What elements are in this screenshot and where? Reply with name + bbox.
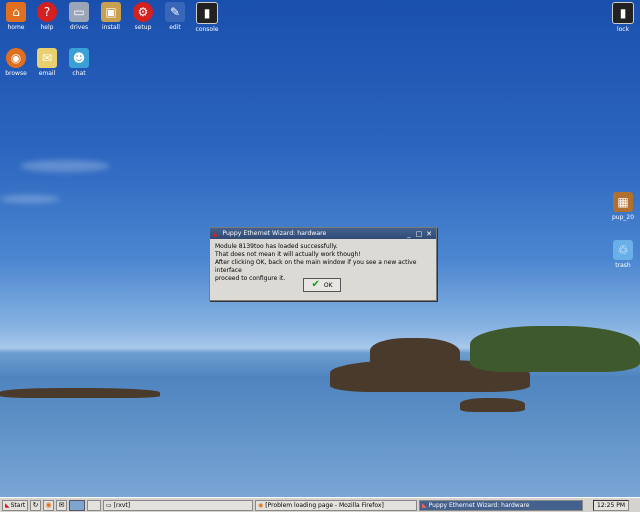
home-icon: ⌂ (6, 2, 26, 22)
clock[interactable]: 12:25 PM (593, 499, 629, 511)
task-label: [rxvt] (113, 501, 131, 509)
icon-label: console (195, 26, 219, 33)
dialog-title: Puppy Ethernet Wizard: hardware (222, 230, 327, 237)
task-label: [Problem loading page - Mozilla Firefox] (265, 501, 384, 509)
message-line: Module 8139too has loaded successfully. (215, 243, 338, 250)
cloud (0, 195, 60, 203)
icon-label: email (38, 70, 56, 77)
icon-label: help (40, 24, 54, 31)
console-icon: ▮ (196, 2, 218, 24)
package-icon: ▦ (613, 192, 633, 212)
checkmark-icon: ✔ (311, 279, 320, 290)
rock (460, 398, 525, 412)
icon-label: home (7, 24, 25, 31)
task-rxvt[interactable]: ▭ [rxvt] (103, 499, 253, 511)
quicklaunch-mail-icon[interactable]: ✉ (56, 499, 67, 511)
pager-desktop-2[interactable] (87, 499, 101, 511)
lock-icon: ▮ (612, 2, 634, 24)
dialog-message: Module 8139too has loaded successfully. … (210, 239, 436, 283)
task-label: Puppy Ethernet Wizard: hardware (428, 501, 530, 509)
start-icon: ◣ (5, 501, 10, 509)
ethernet-wizard-dialog: ◣ Puppy Ethernet Wizard: hardware _ □ ✕ … (209, 227, 437, 301)
browse-icon: ◉ (6, 48, 26, 68)
setup-icon: ⚙ (133, 2, 153, 22)
trash-icon: ♲ (613, 240, 633, 260)
pager-desktop-1[interactable] (69, 499, 85, 511)
task-firefox[interactable]: ◉ [Problem loading page - Mozilla Firefo… (255, 499, 417, 511)
icon-label: pup_20 (611, 214, 635, 221)
icon-label: drives (69, 24, 89, 31)
desktop-icon-lock[interactable]: ▮ lock (604, 2, 640, 34)
start-label: Start (10, 501, 26, 509)
close-button[interactable]: ✕ (425, 230, 433, 238)
desktop-icon-chat[interactable]: ☻ chat (60, 48, 98, 78)
app-icon: ◣ (422, 501, 427, 509)
icon-label: edit (169, 24, 181, 31)
edit-icon: ✎ (165, 2, 185, 22)
task-ethernet-wizard[interactable]: ◣ Puppy Ethernet Wizard: hardware (419, 499, 583, 511)
icon-label: trash (615, 262, 631, 269)
start-button[interactable]: ◣ Start (2, 499, 28, 511)
desktop-icon-trash[interactable]: ♲ trash (604, 240, 640, 270)
icon-label: browse (5, 70, 27, 77)
email-icon: ✉ (37, 48, 57, 68)
icon-label: install (102, 24, 120, 31)
message-line: That does not mean it will actually work… (215, 251, 361, 258)
ok-label: OK (323, 281, 333, 289)
desktop-icon-console[interactable]: ▮ console (188, 2, 226, 34)
message-line: After clicking OK, back on the main wind… (215, 259, 417, 274)
icon-label: chat (72, 70, 86, 77)
cloud (20, 160, 110, 172)
help-icon: ? (37, 2, 57, 22)
clock-time: 12:25 PM (597, 501, 625, 509)
terminal-icon: ▭ (106, 501, 112, 509)
drives-icon: ▭ (69, 2, 89, 22)
icon-label: setup (134, 24, 152, 31)
headland (470, 326, 640, 372)
rock (0, 388, 160, 398)
desktop: ⌂ home ? help ▭ drives ▣ install ⚙ setup… (0, 0, 640, 497)
firefox-icon: ◉ (258, 501, 264, 509)
install-icon: ▣ (101, 2, 121, 22)
desktop-icon-pup20[interactable]: ▦ pup_20 (604, 192, 640, 222)
maximize-button[interactable]: □ (415, 230, 423, 238)
icon-label: lock (616, 26, 630, 33)
minimize-button[interactable]: _ (405, 230, 413, 238)
quicklaunch-browser-icon[interactable]: ◉ (43, 499, 54, 511)
ok-button[interactable]: ✔ OK (303, 278, 341, 292)
chat-icon: ☻ (69, 48, 89, 68)
quicklaunch-refresh-icon[interactable]: ↻ (30, 499, 41, 511)
dialog-titlebar[interactable]: ◣ Puppy Ethernet Wizard: hardware _ □ ✕ (210, 228, 436, 239)
taskbar: ◣ Start ↻ ◉ ✉ ▭ [rxvt] ◉ [Problem loadin… (0, 497, 640, 512)
